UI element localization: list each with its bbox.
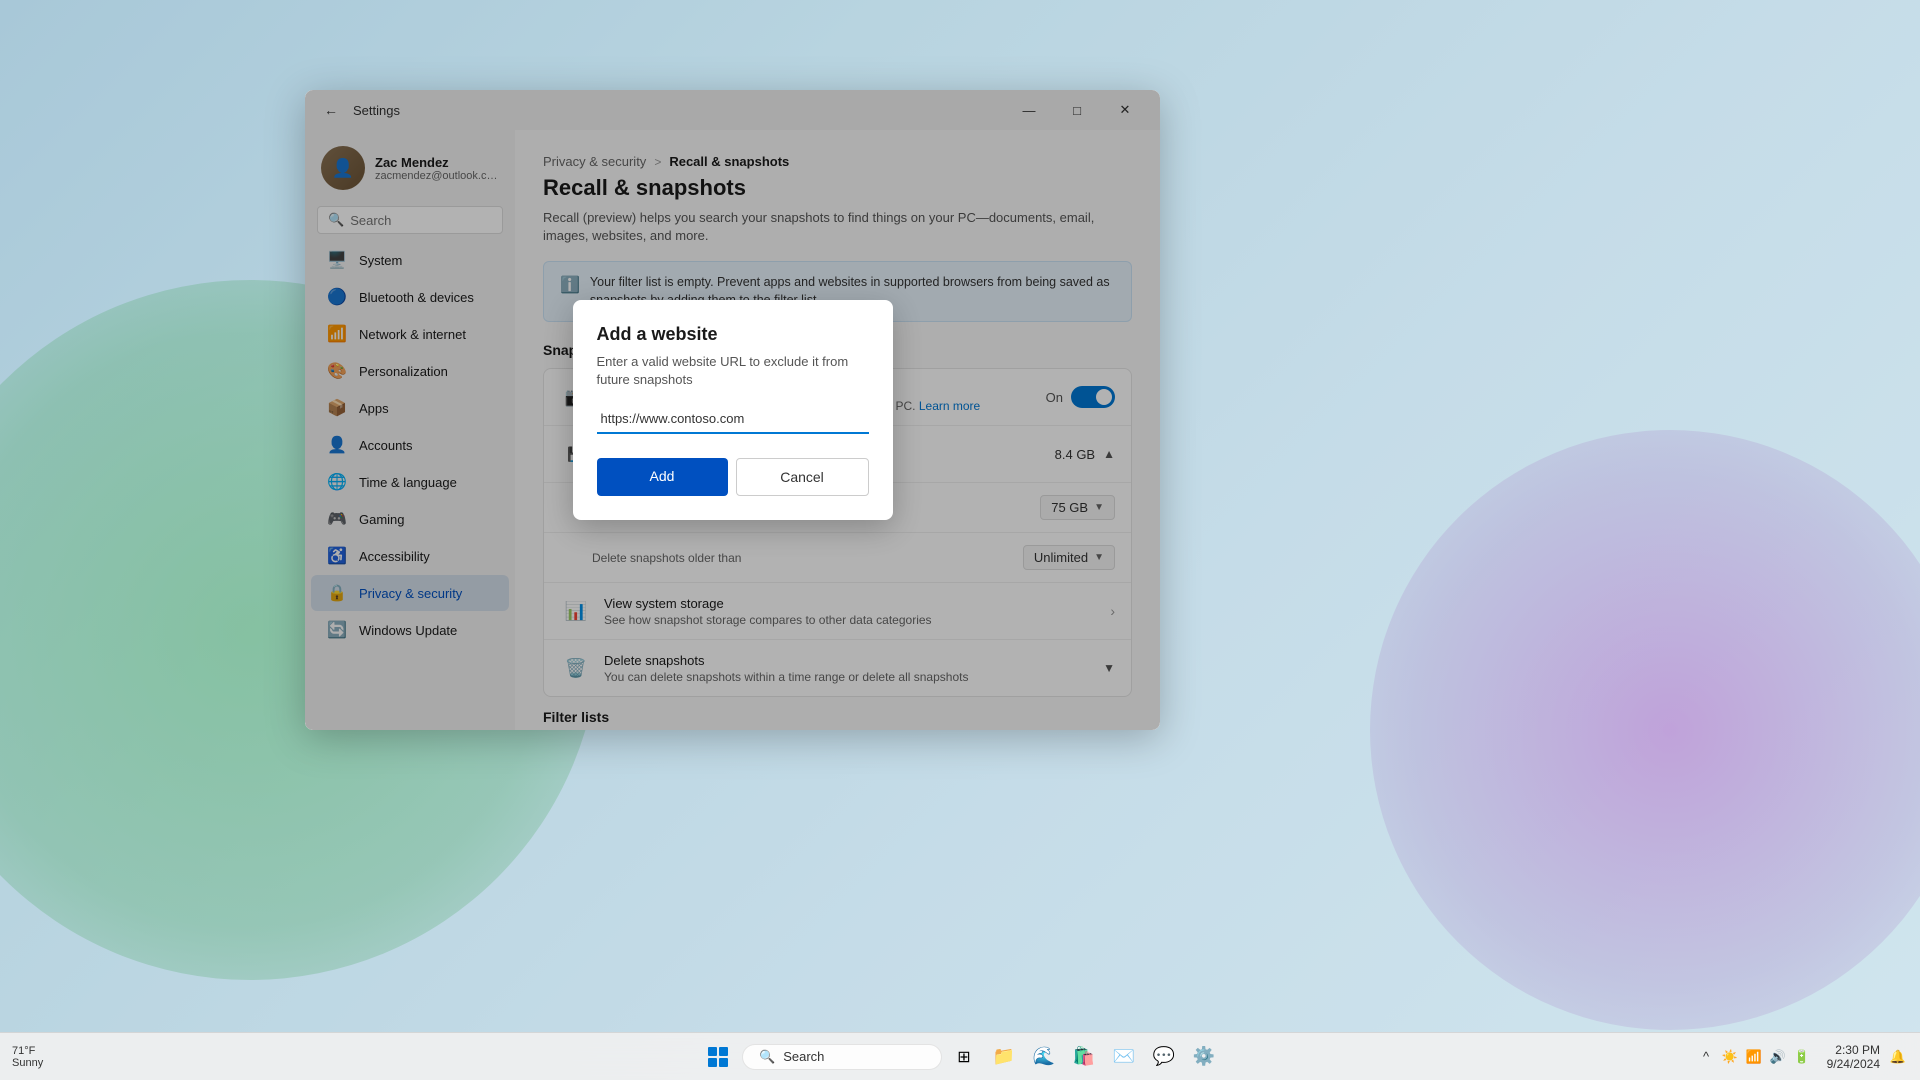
website-url-input[interactable]: [597, 405, 869, 434]
weather-widget[interactable]: 71°F Sunny: [12, 1045, 43, 1069]
task-view-button[interactable]: ⊞: [946, 1039, 982, 1075]
taskbar-center: 🔍 Search ⊞ 📁 🌊 🛍️ ✉️ 💬 ⚙️: [698, 1037, 1222, 1077]
system-tray: ^ ☀️ 📶 🔊 🔋: [1696, 1047, 1812, 1067]
windows-logo: [708, 1047, 728, 1067]
win-logo-sq-3: [708, 1058, 717, 1067]
taskbar-search-box[interactable]: 🔍 Search: [742, 1044, 942, 1070]
dialog-buttons: Add Cancel: [597, 458, 869, 496]
task-view-icon: ⊞: [957, 1047, 970, 1067]
clock-widget[interactable]: 2:30 PM 9/24/2024: [1820, 1043, 1880, 1071]
taskbar-file-explorer[interactable]: 📁: [986, 1039, 1022, 1075]
dialog-description: Enter a valid website URL to exclude it …: [597, 353, 869, 389]
taskbar-left: 71°F Sunny: [12, 1045, 47, 1069]
settings-icon: ⚙️: [1193, 1046, 1215, 1067]
dialog-overlay: Add a website Enter a valid website URL …: [305, 90, 1160, 730]
taskbar-search-icon: 🔍: [759, 1049, 775, 1065]
notification-icon[interactable]: 🔔: [1888, 1047, 1908, 1067]
add-button[interactable]: Add: [597, 458, 728, 496]
dialog-title: Add a website: [597, 324, 869, 345]
taskbar-teams[interactable]: 💬: [1146, 1039, 1182, 1075]
taskbar: 71°F Sunny 🔍 Search ⊞ 📁 🌊 🛍️: [0, 1032, 1920, 1080]
start-button[interactable]: [698, 1037, 738, 1077]
taskbar-store[interactable]: 🛍️: [1066, 1039, 1102, 1075]
taskbar-settings[interactable]: ⚙️: [1186, 1039, 1222, 1075]
cancel-button[interactable]: Cancel: [736, 458, 869, 496]
weather-desc: Sunny: [12, 1057, 43, 1069]
teams-icon: 💬: [1153, 1046, 1175, 1067]
add-website-dialog: Add a website Enter a valid website URL …: [573, 300, 893, 520]
battery-icon[interactable]: 🔋: [1792, 1047, 1812, 1067]
win-logo-sq-1: [708, 1047, 717, 1056]
win-logo-sq-2: [719, 1047, 728, 1056]
current-date: 9/24/2024: [1827, 1057, 1880, 1071]
store-icon: 🛍️: [1073, 1046, 1095, 1067]
brightness-icon[interactable]: ☀️: [1720, 1047, 1740, 1067]
taskbar-edge[interactable]: 🌊: [1026, 1039, 1062, 1075]
file-explorer-icon: 📁: [993, 1046, 1015, 1067]
wifi-icon[interactable]: 📶: [1744, 1047, 1764, 1067]
taskbar-search-label: Search: [783, 1049, 824, 1064]
weather-temp: 71°F: [12, 1045, 43, 1057]
current-time: 2:30 PM: [1835, 1043, 1880, 1057]
settings-window: ← Settings — □ ✕ 👤 Zac Mendez zacmendez@…: [305, 90, 1160, 730]
taskbar-right: ^ ☀️ 📶 🔊 🔋 2:30 PM 9/24/2024 🔔: [1696, 1043, 1908, 1071]
taskbar-mail[interactable]: ✉️: [1106, 1039, 1142, 1075]
mail-icon: ✉️: [1113, 1046, 1135, 1067]
sound-icon[interactable]: 🔊: [1768, 1047, 1788, 1067]
win-logo-sq-4: [719, 1058, 728, 1067]
tray-chevron[interactable]: ^: [1696, 1047, 1716, 1067]
edge-icon: 🌊: [1033, 1046, 1055, 1067]
